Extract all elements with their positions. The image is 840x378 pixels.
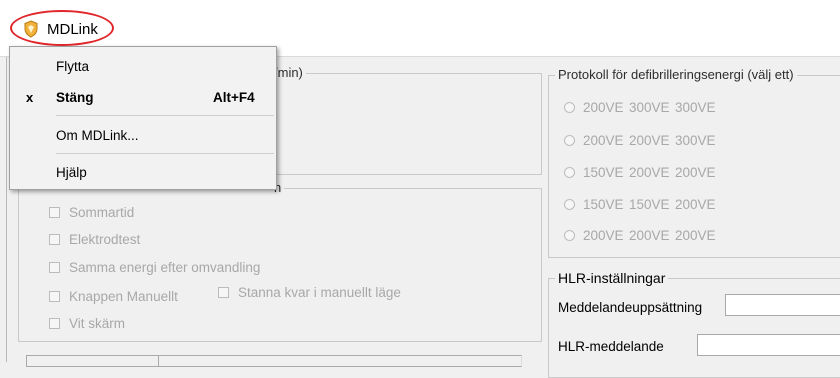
checkbox-stanna-kvar[interactable]: Stanna kvar i manuellt läge xyxy=(218,285,401,300)
checkbox-box[interactable] xyxy=(49,262,60,273)
meddelandeuppsattning-field[interactable] xyxy=(725,294,840,316)
checkbox-box[interactable] xyxy=(49,207,60,218)
energy-value: 200VE xyxy=(629,228,670,243)
checkbox-elektrodtest[interactable]: Elektrodtest xyxy=(49,232,140,247)
energy-value: 200VE xyxy=(583,100,624,115)
checkbox-label: Knappen Manuellt xyxy=(69,289,178,304)
checkbox-label: Sommartid xyxy=(69,205,135,220)
energy-value: 150VE xyxy=(629,197,670,212)
menu-item-om-mdlink[interactable]: Om MDLink... xyxy=(10,123,276,149)
meddelandeuppsattning-label: Meddelandeuppsättning xyxy=(558,300,703,315)
checkbox-box[interactable] xyxy=(49,234,60,245)
menu-separator xyxy=(56,153,274,154)
energy-value: 150VE xyxy=(583,165,624,180)
checkbox-box[interactable] xyxy=(218,287,229,298)
energy-value: 200VE xyxy=(675,197,716,212)
energy-value: 200VE xyxy=(629,133,670,148)
menu-item-label: Hjälp xyxy=(56,165,87,180)
checkbox-label: Vit skärm xyxy=(69,316,126,331)
menu-item-flytta[interactable]: Flytta xyxy=(10,54,276,80)
menu-accelerator: Alt+F4 xyxy=(213,90,255,105)
energy-value: 200VE xyxy=(629,165,670,180)
protocol-option-1[interactable]: 200VE 300VE 300VE xyxy=(564,100,721,115)
checkbox-box[interactable] xyxy=(49,291,60,302)
checkbox-sommartid[interactable]: Sommartid xyxy=(49,205,134,220)
checkbox-vit-skarm[interactable]: Vit skärm xyxy=(49,316,125,331)
hlr-meddelande-label: HLR-meddelande xyxy=(558,339,664,354)
protocol-option-2[interactable]: 200VE 200VE 300VE xyxy=(564,133,721,148)
bottom-panel-divider xyxy=(158,355,523,367)
energy-value: 200VE xyxy=(583,228,624,243)
energy-value: 300VE xyxy=(629,100,670,115)
menu-item-label: Om MDLink... xyxy=(56,128,139,143)
radio-button[interactable] xyxy=(564,135,575,146)
highlight-ellipse xyxy=(10,10,114,46)
protocol-option-4[interactable]: 150VE 150VE 200VE xyxy=(564,197,721,212)
energy-value: 200VE xyxy=(583,133,624,148)
checkbox-samma-energi[interactable]: Samma energi efter omvandling xyxy=(49,260,260,275)
checkbox-label: Stanna kvar i manuellt läge xyxy=(238,285,401,300)
energy-value: 150VE xyxy=(583,197,624,212)
energy-value: 200VE xyxy=(675,165,716,180)
close-mark-icon: x xyxy=(26,90,34,105)
radio-button[interactable] xyxy=(564,199,575,210)
menu-item-label: Stäng xyxy=(56,90,94,105)
radio-button[interactable] xyxy=(564,167,575,178)
checkbox-knappen-manuellt[interactable]: Knappen Manuellt xyxy=(49,289,178,304)
menu-separator xyxy=(56,115,274,116)
menu-item-stang[interactable]: x Stäng Alt+F4 xyxy=(10,85,276,111)
energy-value: 200VE xyxy=(675,228,716,243)
radio-button[interactable] xyxy=(564,230,575,241)
hlr-group-legend: HLR-inställningar xyxy=(555,270,669,286)
menu-item-hjalp[interactable]: Hjälp xyxy=(10,160,276,186)
radio-button[interactable] xyxy=(564,102,575,113)
system-menu: Flytta x Stäng Alt+F4 Om MDLink... Hjälp xyxy=(9,46,277,190)
protocol-option-3[interactable]: 150VE 200VE 200VE xyxy=(564,165,721,180)
checkbox-label: Samma energi efter omvandling xyxy=(69,260,261,275)
protocol-group-legend: Protokoll för defibrilleringsenergi (väl… xyxy=(555,67,797,82)
menu-item-label: Flytta xyxy=(56,59,90,74)
hlr-meddelande-field[interactable] xyxy=(697,334,840,356)
checkbox-label: Elektrodtest xyxy=(69,232,141,247)
checkbox-box[interactable] xyxy=(49,318,60,329)
energy-value: 300VE xyxy=(675,133,716,148)
protocol-option-5[interactable]: 200VE 200VE 200VE xyxy=(564,228,721,243)
window-left-border xyxy=(6,57,7,362)
energy-value: 300VE xyxy=(675,100,716,115)
hlr-settings-group: HLR-inställningar xyxy=(548,270,840,378)
